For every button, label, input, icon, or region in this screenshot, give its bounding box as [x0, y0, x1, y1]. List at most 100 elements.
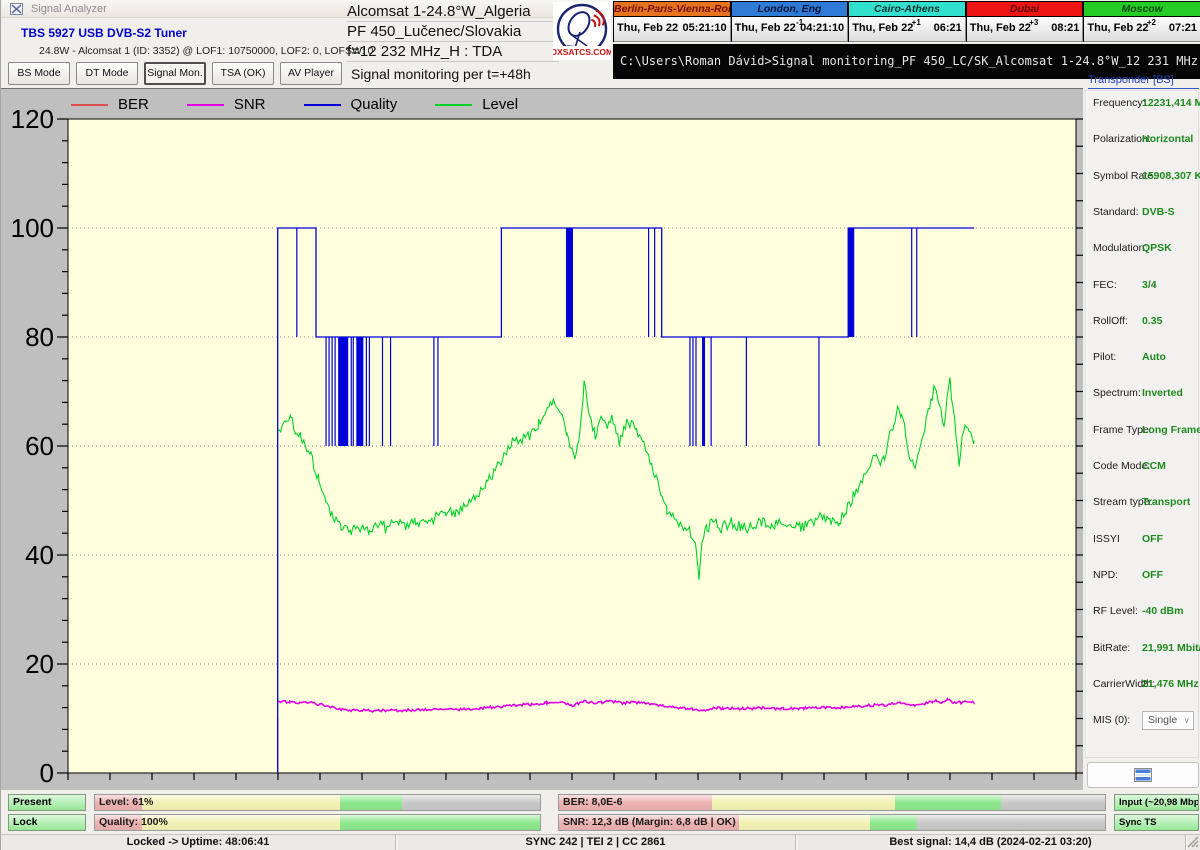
legend-line-sample	[71, 104, 108, 106]
mode-tabs: BS Mode DT Mode Signal Mon. TSA (OK) AV Play…	[8, 62, 342, 85]
transponder-capture-button[interactable]	[1087, 762, 1199, 788]
param-row-issyi: ISSYIOFF	[1086, 533, 1200, 547]
param-label: Spectrum:	[1093, 387, 1141, 399]
param-row-symbol-rate: Symbol Rate:15908,307 KS/s	[1086, 170, 1200, 184]
param-row-carrierwidth: CarrierWidth:21,476 MHz	[1086, 678, 1200, 692]
tab-bs-mode[interactable]: BS Mode	[8, 62, 70, 85]
param-value: Horizontal	[1142, 133, 1193, 145]
y-axis-label: 100	[11, 213, 54, 243]
param-value: 21,991 Mbit/s	[1142, 642, 1200, 654]
gauge-label: BER: 8,0E-6	[563, 796, 623, 808]
param-row-modulation: Modulation:QPSK	[1086, 242, 1200, 256]
param-value: 0.35	[1142, 315, 1162, 327]
gauge-label: Quality: 100%	[99, 816, 168, 828]
app-icon	[10, 3, 23, 15]
signal-analyzer-window: Signal Analyzer TBS 5927 USB DVB-S2 Tune…	[0, 0, 1200, 850]
y-axis-label: 120	[11, 104, 54, 134]
clock-date: Thu, Feb 22	[1087, 22, 1148, 34]
param-value: CCM	[1142, 460, 1166, 472]
param-value: 3/4	[1142, 279, 1157, 291]
clock-dubai: DubaiThu, Feb 22+308:21	[966, 1, 1084, 42]
status-cell-2: Best signal: 14,4 dB (2024-02-21 03:20)	[796, 835, 1186, 850]
param-row-fec: FEC: 3/4	[1086, 279, 1200, 293]
param-value: -40 dBm	[1142, 605, 1183, 617]
resize-grip[interactable]	[1187, 836, 1199, 848]
clock-time: 05:21:10	[683, 22, 727, 34]
tab-av-player[interactable]: AV Player	[280, 62, 342, 85]
param-row-code-mode: Code Mode:CCM	[1086, 460, 1200, 474]
param-value: Transport	[1142, 496, 1190, 508]
status-flag-present: Present	[8, 794, 86, 811]
legend-line-sample	[435, 104, 472, 106]
clock-time-display: Thu, Feb 22-104:21:10	[732, 17, 849, 42]
status-flag-input-20-98-mbps: Input (~20,98 Mbps)	[1114, 794, 1199, 811]
clock-time-display: Thu, Feb 22+207:21	[1084, 17, 1200, 42]
param-row-mis: MIS (0): Single∨	[1086, 714, 1200, 728]
param-row-rf-level: RF Level:-40 dBm	[1086, 605, 1200, 619]
param-label: Frequency:	[1093, 97, 1146, 109]
status-bar: Locked -> Uptime: 48:06:41SYNC 242 | TEI…	[1, 834, 1200, 850]
gauge-ber: BER: 8,0E-6	[558, 794, 1106, 811]
status-cell-1: SYNC 242 | TEI 2 | CC 2861	[396, 835, 796, 850]
legend-label: Level	[482, 96, 518, 113]
gauge-quality: Quality: 100%	[94, 814, 541, 831]
clock-london-eng: London, EngThu, Feb 22-104:21:10	[731, 1, 849, 42]
gauge-sheen	[559, 795, 1105, 810]
tab-signal-mon[interactable]: Signal Mon.	[144, 62, 206, 85]
legend-label: SNR	[234, 96, 266, 113]
param-label: Modulation:	[1093, 242, 1147, 254]
param-label: Standard:	[1093, 206, 1139, 218]
clock-city-label: Dubai	[967, 1, 1084, 17]
tuner-name: TBS 5927 USB DVB-S2 Tuner	[21, 26, 187, 40]
param-row-npd: NPD:OFF	[1086, 569, 1200, 583]
legend-label: BER	[118, 96, 149, 113]
series-quality-band	[566, 228, 573, 337]
y-axis-label: 0	[40, 758, 54, 788]
param-label: MIS (0):	[1093, 714, 1130, 726]
clock-time-display: Thu, Feb 22+308:21	[967, 17, 1084, 42]
satellite-dish-icon: DXSATCS.COM	[553, 2, 611, 60]
param-row-stream-type: Stream type:Transport	[1086, 496, 1200, 510]
session-line-3: f=12 232 MHz_H : TDA	[347, 42, 559, 62]
series-quality-band	[356, 337, 363, 446]
status-cell-0: Locked -> Uptime: 48:06:41	[1, 835, 396, 850]
mis-dropdown[interactable]: Single∨	[1142, 711, 1194, 730]
param-label: BitRate:	[1093, 642, 1130, 654]
param-row-rolloff: RollOff:0.35	[1086, 315, 1200, 329]
chart-legend: BER SNR Quality Level	[71, 96, 518, 113]
clock-date: Thu, Feb 22	[617, 22, 678, 34]
param-value: Auto	[1142, 351, 1166, 363]
window-title: Signal Analyzer	[31, 3, 107, 15]
legend-item-level: Level	[435, 96, 518, 113]
y-axis-label: 40	[25, 540, 54, 570]
signal-monitoring-chart: 020406080100120	[1, 89, 1083, 791]
status-flag-sync-ts: Sync TS	[1114, 814, 1199, 831]
gauge-snr: SNR: 12,3 dB (Margin: 6,8 dB | OK)	[558, 814, 1106, 831]
tab-dt-mode[interactable]: DT Mode	[76, 62, 138, 85]
clock-time: 06:21	[934, 22, 962, 34]
dxsatcs-logo: DXSATCS.COM	[553, 2, 611, 60]
param-value: Long Frame	[1142, 424, 1200, 436]
tab-tsa-ok[interactable]: TSA (OK)	[212, 62, 274, 85]
session-line-2: PF 450_Lučenec/Slovakia	[347, 22, 559, 42]
param-value: Inverted	[1142, 387, 1183, 399]
legend-item-ber: BER	[71, 96, 149, 113]
param-label: NPD:	[1093, 569, 1118, 581]
param-value: 12231,414 MHz	[1142, 97, 1200, 109]
param-row-bitrate: BitRate: 21,991 Mbit/s	[1086, 642, 1200, 656]
utc-offset: +2	[1147, 18, 1156, 27]
clock-time-display: Thu, Feb 22 05:21:10	[614, 17, 731, 42]
monitoring-subtitle: Signal monitoring per t=+48h	[351, 66, 531, 82]
svg-text:DXSATCS.COM: DXSATCS.COM	[553, 47, 611, 57]
legend-label: Quality	[351, 96, 398, 113]
clock-date: Thu, Feb 22	[735, 22, 796, 34]
status-flag-lock: Lock	[8, 814, 86, 831]
param-label: FEC:	[1093, 279, 1117, 291]
param-row-frequency: Frequency:12231,414 MHz	[1086, 97, 1200, 111]
gauge-sheen	[95, 795, 540, 810]
clock-time: 04:21:10	[800, 22, 844, 34]
clock-city-label: Moscow	[1084, 1, 1200, 17]
param-row-pilot: Pilot:Auto	[1086, 351, 1200, 365]
world-clocks: Berlin-Paris-Vienna-RomaThu, Feb 2205:21…	[613, 1, 1200, 42]
param-value: 15908,307 KS/s	[1142, 170, 1200, 182]
